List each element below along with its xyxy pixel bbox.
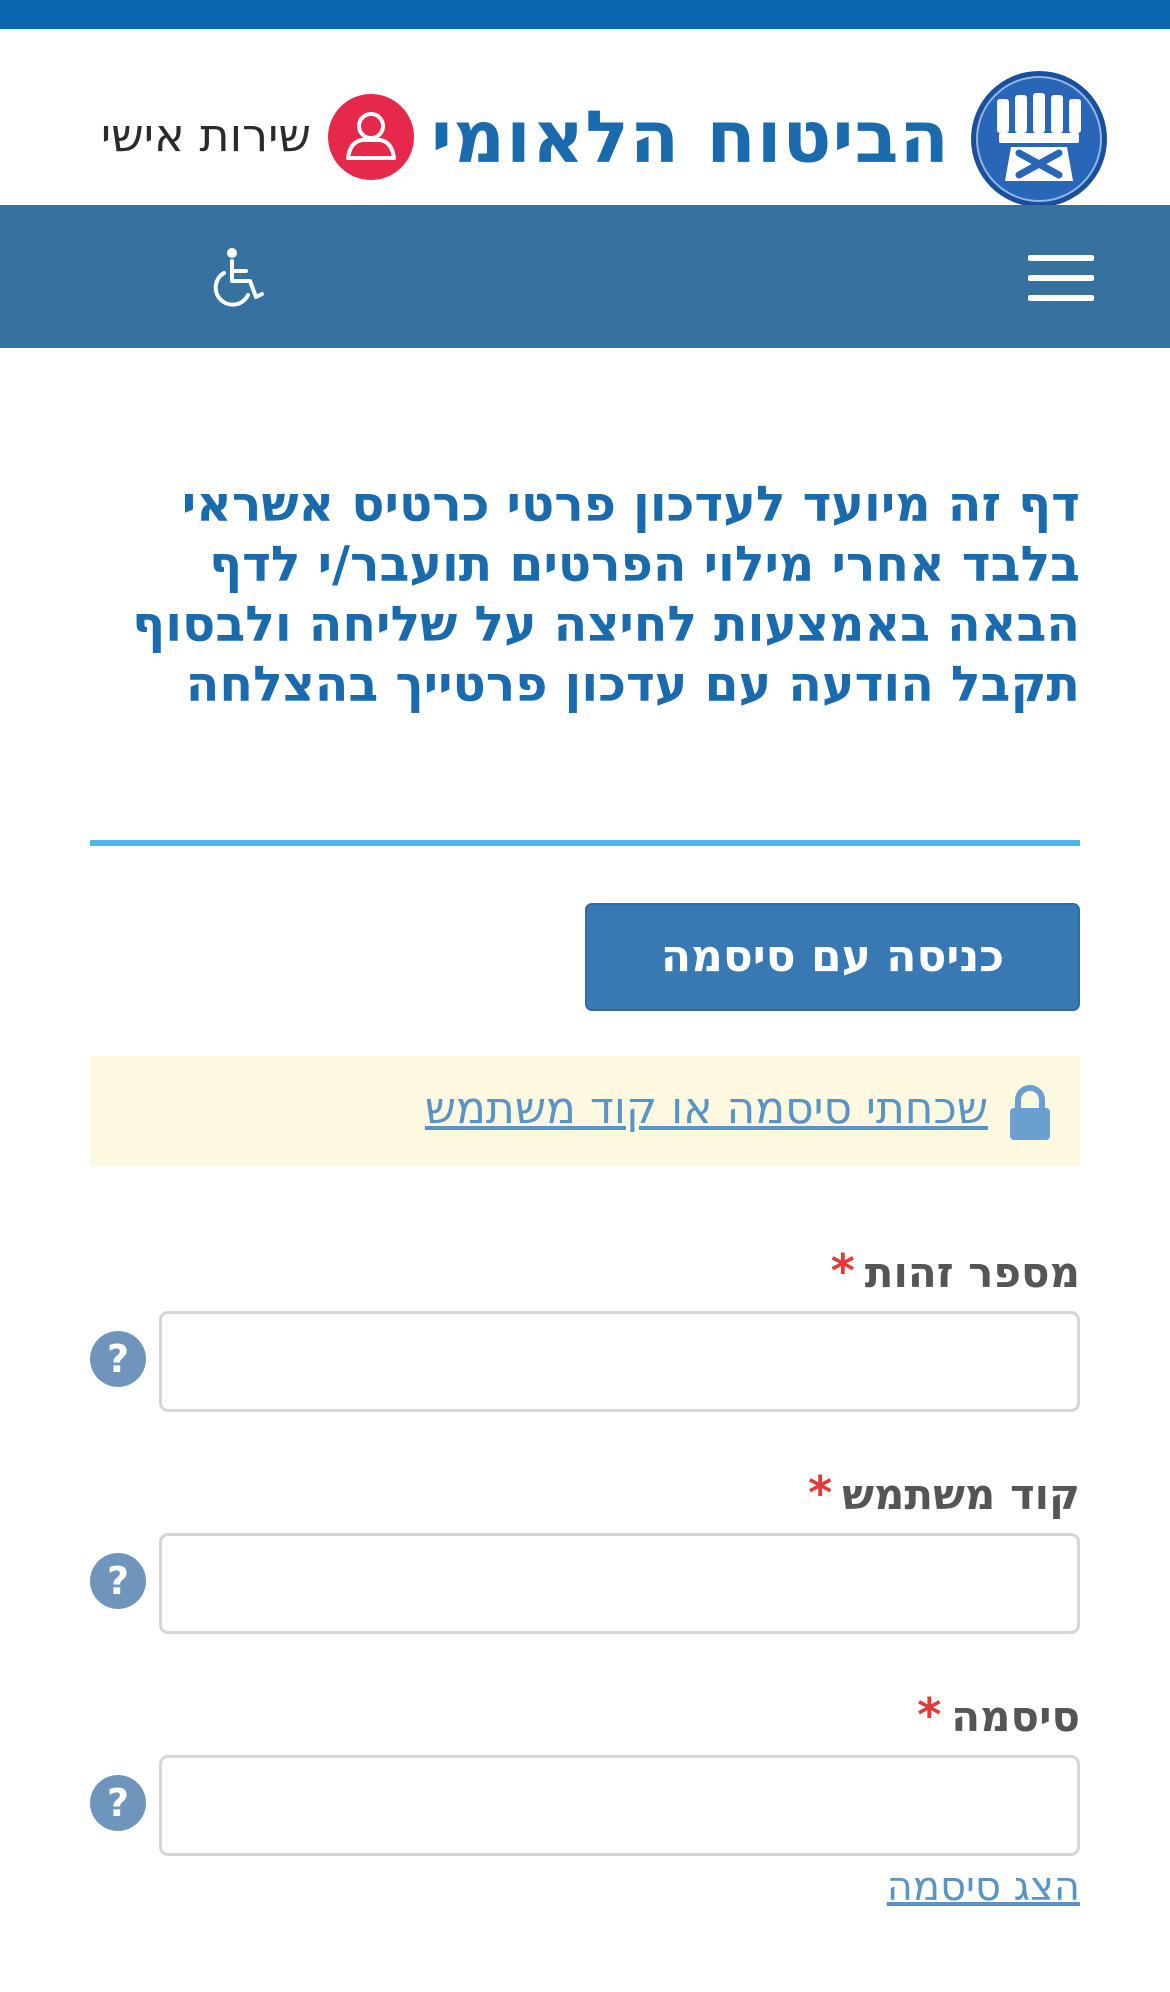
lock-icon [1010,1085,1050,1140]
top-strip [0,0,1170,29]
id-number-label-text: מספר זהות [864,1248,1080,1297]
user-code-label-text: קוד משתמש [842,1470,1080,1519]
user-code-input[interactable] [159,1533,1080,1634]
user-code-label: קוד משתמש* [808,1468,1080,1520]
question-mark-icon[interactable]: ? [90,1775,146,1831]
password-input[interactable] [159,1755,1080,1856]
site-header: הביטוח הלאומי שירות אישי [0,29,1170,207]
required-mark: * [830,1244,855,1298]
password-label-text: סיסמה [951,1692,1080,1741]
forgot-password-link[interactable]: שכחתי סיסמה או קוד משתמש [278,1082,988,1136]
national-insurance-emblem-icon[interactable] [969,69,1109,209]
id-number-input[interactable] [159,1311,1080,1412]
user-icon[interactable] [328,94,414,180]
wheelchair-icon[interactable] [210,247,266,307]
svg-text:?: ? [107,1337,129,1381]
id-number-label: מספר זהות* [831,1246,1080,1298]
question-mark-icon[interactable]: ? [90,1553,146,1609]
intro-text: דף זה מיועד לעדכון פרטי כרטיס אשראי בלבד… [132,476,1080,713]
divider [90,840,1080,846]
question-mark-icon[interactable]: ? [90,1331,146,1387]
svg-text:?: ? [107,1781,129,1825]
required-mark: * [917,1688,942,1742]
login-with-password-button[interactable]: כניסה עם סיסמה [585,903,1080,1011]
brand-title[interactable]: הביטוח הלאומי [431,95,950,179]
forgot-credentials-notice: שכחתי סיסמה או קוד משתמש [90,1056,1080,1166]
show-password-link[interactable]: הצג סיסמה [887,1862,1080,1912]
password-label: סיסמה* [917,1690,1080,1742]
svg-text:?: ? [107,1559,129,1603]
required-mark: * [808,1466,833,1520]
navigation-bar [0,205,1170,348]
personal-service-link[interactable]: שירות אישי [66,107,311,163]
hamburger-menu-icon[interactable] [1028,255,1094,301]
